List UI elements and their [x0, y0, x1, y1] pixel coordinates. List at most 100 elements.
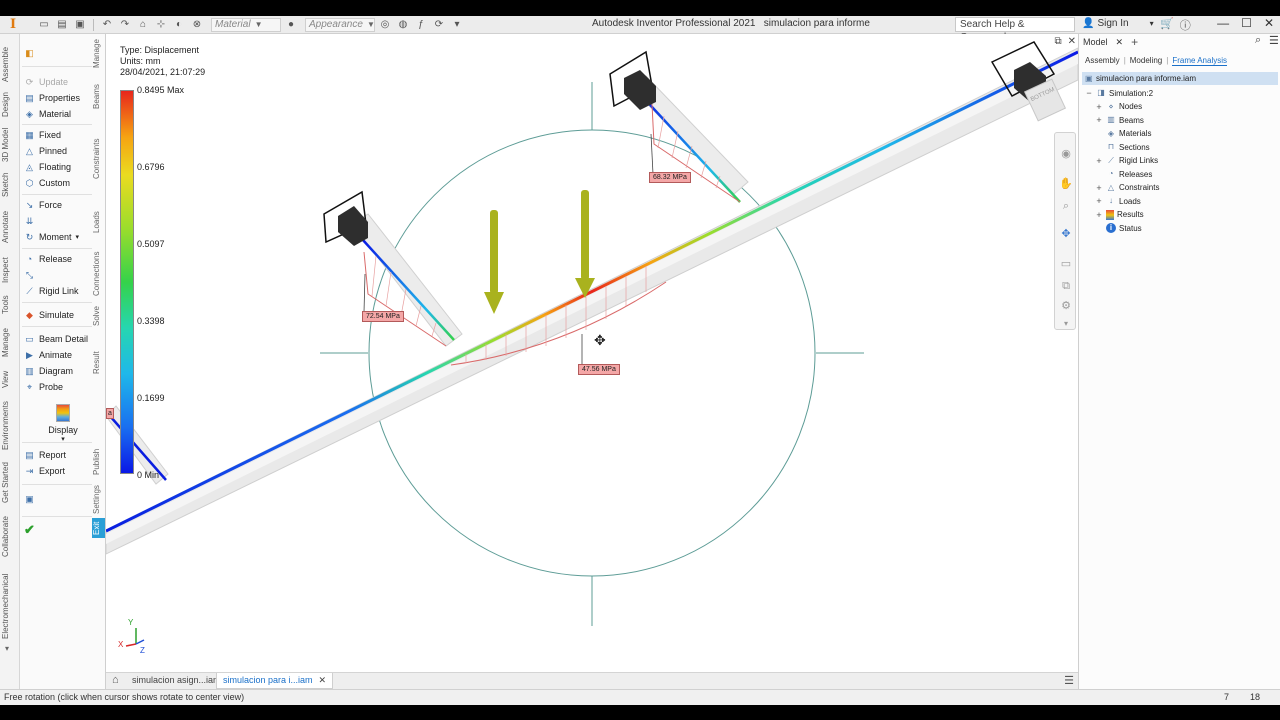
animate-button[interactable]: ▶ Animate — [24, 348, 72, 362]
search-icon[interactable]: ⌕ — [1255, 34, 1261, 47]
redo-icon[interactable]: ↷ — [117, 18, 133, 32]
color-icon[interactable]: ◐ — [171, 18, 187, 32]
moment-button[interactable]: ↻ Moment ▾ — [24, 230, 79, 244]
properties-button[interactable]: ▤ Properties — [24, 91, 80, 105]
close-icon[interactable]: ✕ — [1264, 16, 1274, 30]
close-browser-icon[interactable]: ✕ — [1116, 37, 1124, 48]
expand-toggle-icon[interactable]: + — [1095, 183, 1103, 193]
filter-assembly[interactable]: Assembly — [1085, 56, 1120, 66]
tree-item[interactable]: + △ Constraints — [1095, 182, 1159, 194]
tree-item[interactable]: + ⟋ Rigid Links — [1095, 155, 1158, 167]
expand-toggle-icon[interactable]: + — [1095, 102, 1103, 112]
probe-button[interactable]: ⌖ Probe — [24, 380, 63, 394]
export-button[interactable]: ⇥ Export — [24, 464, 65, 478]
tab-assemble[interactable]: Assemble — [1, 42, 19, 86]
tree-item[interactable]: + ↓ Loads — [1095, 195, 1140, 207]
menu-icon[interactable]: ☰ — [1269, 34, 1279, 47]
cart-icon[interactable]: 🛒 — [1160, 17, 1174, 33]
diagram-button[interactable]: ▥ Diagram — [24, 364, 73, 378]
tab-menu-icon[interactable]: ☰ — [1064, 674, 1074, 687]
help-icon[interactable]: ⓘ — [1180, 17, 1191, 33]
settings-button[interactable]: ▣ — [24, 492, 35, 506]
tab-tools[interactable]: Tools — [1, 290, 19, 320]
tab-electromechanical[interactable]: Electromechanical — [1, 566, 19, 646]
continuous-load-button[interactable]: ⇊ — [24, 214, 35, 228]
expand-toggle-icon[interactable]: + — [1095, 196, 1103, 206]
tree-item[interactable]: i Status — [1095, 222, 1142, 234]
tab-view[interactable]: View — [1, 366, 19, 392]
add-browser-icon[interactable]: + — [1131, 35, 1138, 49]
close-tab-icon[interactable]: ✕ — [319, 675, 327, 685]
tab-sketch[interactable]: Sketch — [1, 168, 19, 202]
stress-tag-center[interactable]: 47.56 MPa — [578, 364, 620, 375]
filter-modeling[interactable]: Modeling — [1130, 56, 1162, 66]
orbit-icon[interactable]: ✥ — [1059, 227, 1073, 241]
help-search-input[interactable]: Search Help & Commands... — [955, 17, 1075, 43]
update-button[interactable]: ⟳ Update — [24, 75, 68, 89]
tree-item[interactable]: + ⋄ Nodes — [1095, 101, 1142, 113]
view-face-icon[interactable]: ⧉ — [1059, 279, 1073, 293]
steering-wheel-icon[interactable]: ◉ — [1059, 147, 1073, 161]
chevron-down-icon[interactable]: ▾ — [1059, 317, 1073, 331]
pan-hand-icon[interactable]: ✋ — [1059, 177, 1073, 191]
material-button[interactable]: ◈ Material — [24, 107, 71, 121]
release-button[interactable]: ◔ Release — [24, 252, 72, 266]
inventor-logo-icon[interactable]: I — [10, 17, 26, 33]
doc-tab-active[interactable]: simulacion para i...iam ✕ — [216, 673, 334, 689]
tab-collaborate[interactable]: Collaborate — [1, 512, 19, 562]
expand-toggle-icon[interactable]: + — [1095, 156, 1103, 166]
tree-item[interactable]: − ◨ Simulation:2 — [1085, 87, 1153, 99]
full-nav-icon[interactable]: ⚙ — [1059, 299, 1073, 313]
tree-item[interactable]: ◔ Releases — [1095, 168, 1153, 180]
minimize-icon[interactable]: — — [1217, 16, 1229, 30]
pinned-button[interactable]: △ Pinned — [24, 144, 67, 158]
appearance-combo[interactable]: Appearance ▼ — [305, 17, 375, 32]
expand-toggle-icon[interactable]: − — [1085, 88, 1093, 98]
undo-icon[interactable]: ↶ — [99, 18, 115, 32]
expand-toggle-icon[interactable]: + — [1095, 115, 1103, 125]
tab-design[interactable]: Design — [1, 88, 19, 122]
save-icon[interactable]: ▣ — [72, 18, 88, 32]
tab-environments[interactable]: Environments — [1, 398, 19, 454]
group-label-exit[interactable]: Exit — [92, 518, 105, 538]
tree-root[interactable]: ▣ simulacion para informe.iam — [1082, 72, 1278, 85]
doc-tab[interactable]: simulacion asign...iam — [126, 673, 227, 689]
custom-button[interactable]: ⬡ Custom — [24, 176, 70, 190]
display-button[interactable]: Display ▾ — [45, 404, 81, 443]
tab-inspect[interactable]: Inspect — [1, 252, 19, 288]
finish-check-icon[interactable]: ✔ — [24, 522, 35, 538]
stress-tag-top[interactable]: 68.32 MPa — [649, 172, 691, 183]
customize-icon[interactable]: ▾ — [449, 18, 465, 32]
sign-in-button[interactable]: 👤 Sign In ▾ — [1082, 18, 1154, 29]
clear-override-icon[interactable]: ◍ — [395, 18, 411, 32]
close-view-icon[interactable]: ✕ — [1068, 36, 1076, 47]
zoom-icon[interactable]: ⌕ — [1059, 199, 1073, 213]
tab-get-started[interactable]: Get Started — [1, 458, 19, 508]
expand-toggle-icon[interactable]: + — [1095, 210, 1103, 220]
tree-item[interactable]: + Results — [1095, 209, 1144, 221]
home-icon[interactable]: ⌂ — [135, 18, 151, 32]
select-icon[interactable]: ⊹ — [153, 18, 169, 32]
browser-tab-model[interactable]: Model — [1083, 37, 1108, 47]
open-icon[interactable]: ▤ — [54, 18, 70, 32]
simulate-button[interactable]: ◆ Simulate — [24, 308, 74, 322]
tab-3d-model[interactable]: 3D Model — [1, 124, 19, 166]
tree-item[interactable]: ◈ Materials — [1095, 128, 1152, 140]
adjust-icon[interactable]: ◎ — [377, 18, 393, 32]
material-combo[interactable]: Material ▼ — [211, 17, 281, 32]
look-at-icon[interactable]: ▭ — [1059, 257, 1073, 271]
tree-item[interactable]: ⊓ Sections — [1095, 141, 1150, 153]
tree-item[interactable]: + ▥ Beams — [1095, 114, 1144, 126]
restore-view-icon[interactable]: ⧉ — [1054, 36, 1061, 47]
rigid-link-button[interactable]: ⟋ Rigid Link — [24, 284, 78, 298]
tab-manage[interactable]: Manage — [1, 324, 19, 362]
home-icon[interactable]: ⌂ — [112, 674, 119, 686]
maximize-icon[interactable]: ☐ — [1241, 16, 1252, 30]
filter-frame-analysis[interactable]: Frame Analysis — [1172, 56, 1227, 66]
beam-detail-button[interactable]: ▭ Beam Detail — [24, 332, 88, 346]
stress-tag-left[interactable]: 72.54 MPa — [362, 311, 404, 322]
chevron-down-icon[interactable]: ▾ — [5, 644, 9, 653]
tab-annotate[interactable]: Annotate — [1, 206, 19, 248]
stress-tag-edge[interactable]: a — [106, 408, 114, 419]
floating-button[interactable]: ◬ Floating — [24, 160, 71, 174]
